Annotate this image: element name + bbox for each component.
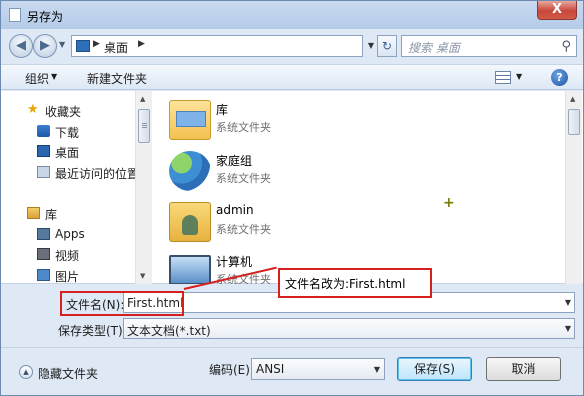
nav-item-desktop[interactable]: 桌面 — [1, 142, 135, 160]
hide-folders-button[interactable]: 隐藏文件夹 — [38, 365, 98, 382]
file-list-scrollbar[interactable]: ▲ — [565, 91, 582, 284]
help-icon[interactable]: ? — [551, 69, 568, 86]
command-toolbar: 组织 ▼ 新建文件夹 ▼ ? — [1, 64, 583, 90]
breadcrumb-separator-icon[interactable]: ▶ — [138, 39, 145, 49]
file-type: 系统文件夹 — [216, 172, 271, 185]
desktop-folder-icon — [76, 40, 90, 52]
file-name: 计算机 — [216, 255, 253, 269]
nav-item-apps[interactable]: Apps — [1, 225, 135, 243]
save-type-dropdown-icon[interactable]: ▼ — [565, 324, 571, 333]
forward-button[interactable]: ▶ — [33, 34, 57, 58]
cancel-button[interactable]: 取消 — [486, 357, 561, 381]
file-name: 家庭组 — [216, 154, 253, 168]
file-type: 系统文件夹 — [216, 223, 271, 236]
back-button[interactable]: ◀ — [9, 34, 33, 58]
nav-item-label: 收藏夹 — [45, 105, 82, 119]
annotation-callout: 文件名改为:First.html — [278, 268, 432, 298]
recent-places-icon — [37, 166, 50, 178]
file-name: admin — [216, 203, 254, 217]
star-icon: ★ — [27, 102, 39, 117]
scroll-down-icon[interactable]: ▼ — [140, 272, 145, 280]
desktop-icon — [37, 145, 50, 157]
nav-item-favorites[interactable]: ★ 收藏夹 — [1, 101, 135, 119]
search-placeholder: 搜索 桌面 — [408, 41, 460, 55]
footer-divider — [1, 347, 583, 348]
refresh-button[interactable]: ↻ — [377, 35, 397, 57]
library-icon — [27, 207, 40, 219]
nav-item-downloads[interactable]: 下载 — [1, 122, 135, 140]
apps-icon — [37, 228, 50, 240]
nav-item-recent-places[interactable]: 最近访问的位置 — [1, 163, 135, 181]
document-icon — [9, 8, 21, 22]
view-options-dropdown-icon[interactable]: ▼ — [516, 72, 522, 81]
organize-button[interactable]: 组织 — [25, 70, 49, 87]
save-type-select[interactable]: 文本文档(*.txt) ▼ — [123, 318, 575, 339]
nav-item-label: 桌面 — [55, 146, 80, 160]
nav-item-label: 下载 — [55, 126, 80, 140]
nav-item-label: 最近访问的位置 — [55, 167, 135, 181]
video-icon — [37, 248, 50, 260]
file-item-homegroup[interactable]: 家庭组 系统文件夹 — [167, 146, 507, 196]
mouse-cursor-icon: + — [443, 195, 455, 211]
pictures-icon — [37, 269, 50, 281]
breadcrumb-desktop[interactable]: 桌面 — [104, 39, 128, 56]
address-row: ◀ ▶ ▼ ▶ 桌面 ▶ ▼ ↻ 搜索 桌面 ⚲ — [1, 31, 583, 61]
grip-icon — [142, 123, 147, 129]
nav-item-videos[interactable]: 视频 — [1, 245, 135, 263]
new-folder-button[interactable]: 新建文件夹 — [87, 70, 147, 87]
organize-dropdown-icon[interactable]: ▼ — [51, 72, 57, 81]
computer-icon — [169, 255, 211, 284]
nav-item-libraries[interactable]: 库 — [1, 204, 135, 222]
encoding-dropdown-icon[interactable]: ▼ — [374, 365, 380, 374]
title-bar: 另存为 X — [1, 1, 583, 29]
navigation-pane-scrollbar[interactable]: ▲ ▼ — [135, 91, 152, 284]
download-folder-icon — [37, 125, 50, 137]
homegroup-icon — [169, 151, 211, 191]
save-type-value: 文本文档(*.txt) — [127, 324, 211, 338]
address-bar[interactable]: ▶ 桌面 ▶ — [71, 35, 363, 57]
annotation-highlight-box — [60, 291, 184, 316]
nav-item-pictures[interactable]: 图片 — [1, 266, 135, 284]
library-folder-icon — [169, 100, 211, 140]
save-type-label: 保存类型(T): — [58, 324, 127, 338]
nav-item-label: Apps — [55, 227, 85, 241]
encoding-value: ANSI — [256, 362, 285, 376]
user-folder-icon — [169, 202, 211, 242]
file-name: 库 — [216, 103, 229, 117]
scroll-up-icon[interactable]: ▲ — [570, 95, 575, 103]
navigation-pane: ★ 收藏夹 下载 桌面 最近访问的位置 库 Apps 视频 图片 — [1, 91, 135, 284]
encoding-label: 编码(E): — [209, 363, 254, 377]
close-button[interactable]: X — [537, 1, 577, 20]
change-view-icon[interactable] — [495, 71, 511, 84]
breadcrumb-separator-icon[interactable]: ▶ — [93, 39, 100, 49]
scrollbar-thumb[interactable] — [568, 109, 580, 135]
file-item-libraries[interactable]: 库 系统文件夹 — [167, 95, 507, 145]
annotation-text: 文件名改为:First.html — [285, 277, 406, 291]
nav-item-label: 库 — [45, 208, 58, 222]
file-item-admin[interactable]: admin 系统文件夹 — [167, 197, 507, 247]
address-dropdown-icon[interactable]: ▼ — [365, 35, 377, 57]
scrollbar-thumb[interactable] — [138, 109, 150, 143]
collapse-up-icon[interactable]: ▲ — [19, 365, 33, 379]
nav-item-label: 视频 — [55, 249, 80, 263]
nav-item-label: 图片 — [55, 270, 80, 284]
save-as-dialog: 另存为 X ◀ ▶ ▼ ▶ 桌面 ▶ ▼ ↻ 搜索 桌面 ⚲ 组织 ▼ 新建文件… — [0, 0, 584, 396]
filename-dropdown-icon[interactable]: ▼ — [565, 298, 571, 307]
search-input[interactable]: 搜索 桌面 ⚲ — [401, 35, 577, 57]
search-icon[interactable]: ⚲ — [561, 39, 571, 54]
save-button[interactable]: 保存(S) — [397, 357, 472, 381]
file-type: 系统文件夹 — [216, 121, 271, 134]
encoding-select[interactable]: ANSI ▼ — [251, 358, 385, 380]
browser-body: ★ 收藏夹 下载 桌面 最近访问的位置 库 Apps 视频 图片 ▲ ▼ 库 系… — [1, 91, 583, 284]
file-list: 库 系统文件夹 家庭组 系统文件夹 admin 系统文件夹 计算机 系统文件夹 … — [153, 91, 565, 284]
scroll-up-icon[interactable]: ▲ — [140, 95, 145, 103]
recent-pages-arrow-icon[interactable]: ▼ — [59, 40, 65, 49]
window-title: 另存为 — [27, 10, 64, 24]
